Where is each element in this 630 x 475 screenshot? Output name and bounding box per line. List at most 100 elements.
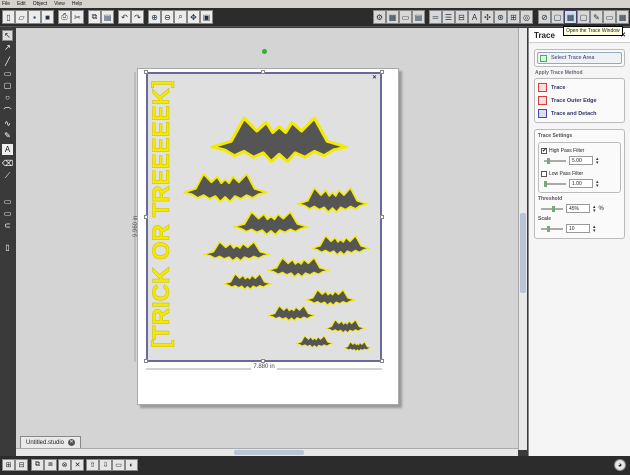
menu-view[interactable]: View [54,1,65,7]
horizontal-scroll-thumb[interactable] [234,450,304,455]
menu-object[interactable]: Object [33,1,47,7]
trace-area-close-icon[interactable]: ✕ [371,75,378,82]
zoom-out-icon[interactable]: ⊖ [161,10,174,24]
menu-help[interactable]: Help [72,1,82,7]
store-icon[interactable]: ⊘ [538,10,551,24]
low-pass-spinner-icon[interactable]: ▴ ▾ [596,179,599,188]
trace-button[interactable]: Trace [538,81,621,94]
edit-points-icon[interactable]: ↗ [2,42,13,53]
high-pass-slider[interactable] [544,157,566,164]
horizontal-scrollbar[interactable] [16,448,518,456]
panel-toggle-icon[interactable]: ▯ [2,242,13,253]
freehand-icon[interactable]: ✎ [2,130,13,141]
ruler-icon[interactable]: ▢ [551,10,564,24]
print-icon[interactable]: ⎙ [58,10,71,24]
color-icon[interactable]: ◐ [125,459,138,471]
group-icon[interactable]: ⊂ [2,220,13,231]
ellipse-tool-icon[interactable]: ○ [2,92,13,103]
handle-top-left[interactable] [144,70,148,74]
rounded-rect-icon[interactable]: ▢ [2,80,13,91]
curve-tool-icon[interactable]: ∿ [2,118,13,129]
page-icon[interactable]: ▭ [112,459,125,471]
bring-front-icon[interactable]: ⇧ [86,459,99,471]
line-style-icon[interactable]: ═ [429,10,442,24]
handle-bottom-center[interactable] [261,359,265,363]
threshold-value[interactable]: 45% [566,204,590,213]
knife-icon[interactable]: ⟋ [2,170,13,181]
modify-icon[interactable]: ⊞ [507,10,520,24]
document-tab[interactable]: Untitled.studio ✕ [20,436,82,448]
send-back-icon[interactable]: ⇩ [99,459,112,471]
eraser-icon[interactable]: ⌫ [2,158,13,169]
trace-and-detach-button[interactable]: Trace and Detach [538,107,621,120]
threshold-spinner-icon[interactable]: ▴ ▾ [593,204,596,213]
trace-window-icon[interactable]: ▦ [564,10,577,24]
low-pass-slider[interactable] [544,180,566,187]
grid-icon[interactable]: ▦ [386,10,399,24]
handle-bottom-left[interactable] [144,359,148,363]
layers-icon[interactable]: ▭ [2,196,13,207]
menu-edit[interactable]: Edit [17,1,26,7]
polygon-tool-icon[interactable]: ⌒ [2,106,13,117]
save-icon[interactable]: ▪ [28,10,41,24]
handle-top-right[interactable] [380,70,384,74]
text-style-icon[interactable]: A [468,10,481,24]
library-icon[interactable]: ■ [41,10,54,24]
text-tool-icon[interactable]: A [2,144,13,155]
line-tool-icon[interactable]: ╱ [2,56,13,67]
pages-icon[interactable]: ▭ [2,208,13,219]
page-setup-icon[interactable]: ⚙ [373,10,386,24]
vertical-scrollbar[interactable] [518,28,527,450]
color-wheel-icon[interactable]: ◕ [614,459,626,471]
library-grid-icon[interactable]: ▦ [616,10,629,24]
fit-page-icon[interactable]: ▣ [200,10,213,24]
rectangle-tool-icon[interactable]: ▭ [2,68,13,79]
pan-icon[interactable]: ✥ [187,10,200,24]
cut-window-icon[interactable]: ▢ [577,10,590,24]
rotate-handle[interactable] [262,49,267,54]
duplicate-icon[interactable]: ⧉ [31,459,44,471]
open-icon[interactable]: ▱ [15,10,28,24]
undo-icon[interactable]: ↶ [118,10,131,24]
redo-icon[interactable]: ↷ [131,10,144,24]
send-icon[interactable]: ▭ [603,10,616,24]
scale-slider[interactable] [541,225,563,232]
low-pass-value[interactable]: 1.00 [569,179,593,188]
offset-icon[interactable]: ◎ [520,10,533,24]
copy-icon[interactable]: ⧉ [88,10,101,24]
scale-value[interactable]: 10 [566,224,590,233]
handle-top-center[interactable] [261,70,265,74]
registration-icon[interactable]: ▭ [399,10,412,24]
fill-icon[interactable]: ☰ [442,10,455,24]
menu-file[interactable]: File [2,1,10,7]
cut-settings-icon[interactable]: ▤ [412,10,425,24]
paste-icon[interactable]: ▤ [101,10,114,24]
arrange-icon[interactable]: ⧈ [44,459,57,471]
transform-icon[interactable]: ✣ [481,10,494,24]
trace-settings-section: Trace Settings ✔ High Pass Filter 5.00 ▴… [534,129,625,239]
select-tool-icon[interactable]: ↖ [2,30,13,41]
high-pass-value[interactable]: 5.00 [569,156,593,165]
replicate-icon[interactable]: ⊛ [494,10,507,24]
zoom-select-icon[interactable]: ⌕ [174,10,187,24]
weld-icon[interactable]: ⊗ [58,459,71,471]
high-pass-spinner-icon[interactable]: ▴ ▾ [596,156,599,165]
sketch-icon[interactable]: ✎ [590,10,603,24]
trace-outer-edge-button[interactable]: Trace Outer Edge [538,94,621,107]
align-icon[interactable]: ⊟ [455,10,468,24]
ungroup-icon[interactable]: ⊟ [15,459,28,471]
handle-bottom-right[interactable] [380,359,384,363]
zoom-in-icon[interactable]: ⊕ [148,10,161,24]
handle-middle-right[interactable] [380,215,384,219]
select-trace-area-button[interactable]: Select Trace Area [537,52,622,64]
delete-icon[interactable]: ✕ [71,459,84,471]
low-pass-checkbox[interactable] [541,171,547,177]
threshold-slider[interactable] [541,205,563,212]
group-bottom-icon[interactable]: ⊞ [2,459,15,471]
new-icon[interactable]: ▯ [2,10,15,24]
high-pass-checkbox[interactable]: ✔ [541,148,547,154]
vertical-scroll-thumb[interactable] [520,213,526,293]
document-tab-close-icon[interactable]: ✕ [68,439,76,446]
cut-icon[interactable]: ✂ [71,10,84,24]
scale-spinner-icon[interactable]: ▴ ▾ [593,224,596,233]
